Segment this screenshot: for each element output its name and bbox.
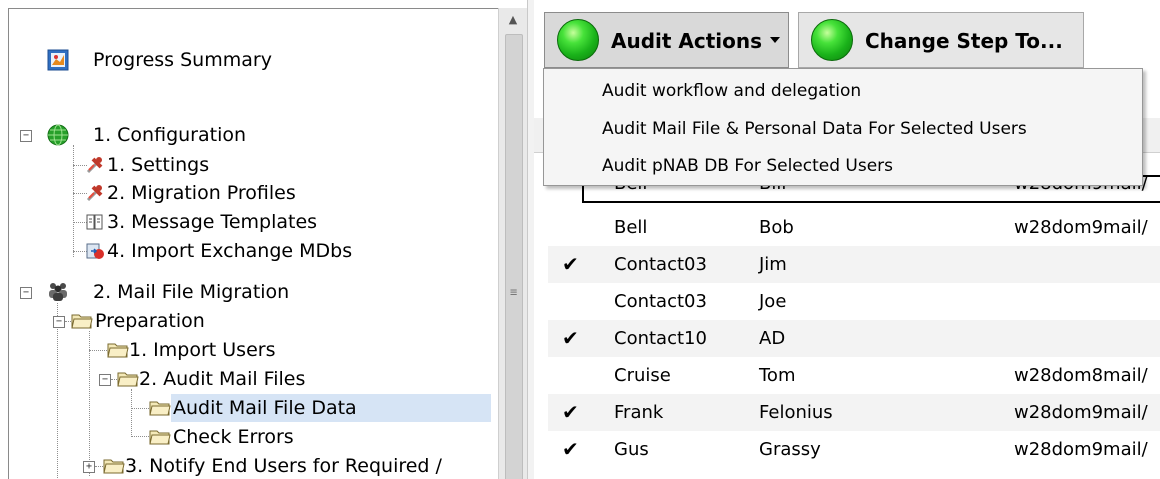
dropdown-caret-icon: [770, 37, 780, 43]
progress-summary-icon: [47, 49, 69, 75]
tree-item-label: 2. Mail File Migration: [93, 281, 290, 303]
tree-connector: [89, 350, 107, 351]
cell-mail-path: w28dom9mail/: [1014, 439, 1148, 460]
app-window: Progress Summary − 1. Configuration 1. S…: [0, 0, 1160, 479]
cell-mail-path: w28dom8mail/: [1014, 365, 1148, 386]
cell-last-name: Frank: [614, 402, 664, 423]
tree-item-label: Progress Summary: [93, 49, 272, 71]
tree-item-label: 1. Settings: [107, 154, 210, 176]
cell-last-name: Cruise: [614, 365, 671, 386]
table-row[interactable]: ✔ Frank Felonius w28dom9mail/: [548, 394, 1160, 431]
cell-mail-path: w28dom9mail/: [1014, 402, 1148, 423]
scroll-up-arrow-icon[interactable]: ▲: [499, 8, 527, 32]
menu-item-audit-workflow[interactable]: Audit workflow and delegation: [602, 73, 861, 109]
table-row[interactable]: ✔ Contact03 Jim: [548, 246, 1160, 283]
cell-first-name: Felonius: [759, 402, 833, 423]
collapse-mail-migration-toggle[interactable]: −: [20, 287, 32, 299]
tree-item-label: Preparation: [95, 310, 205, 332]
settings-tools-icon: [85, 155, 105, 179]
tree-connector: [131, 436, 149, 437]
tree-item-label: 4. Import Exchange MDbs: [107, 240, 353, 262]
import-exchange-icon: [85, 241, 105, 265]
tree-connector: [95, 466, 103, 467]
cell-first-name: Joe: [759, 291, 787, 312]
tree-item-label: Audit Mail File Data: [173, 397, 357, 419]
tree-item-label: 3. Message Templates: [107, 211, 318, 233]
collapse-preparation-toggle[interactable]: −: [53, 316, 65, 328]
green-status-icon: [811, 19, 853, 61]
cell-last-name: Contact10: [614, 328, 707, 349]
row-check-icon: ✔: [562, 437, 579, 461]
tree-item-label: 1. Import Users: [129, 339, 276, 361]
collapse-configuration-toggle[interactable]: −: [20, 130, 32, 142]
tree-item-label: 1. Configuration: [93, 124, 247, 146]
folder-icon: [149, 398, 171, 422]
cell-last-name: Contact03: [614, 291, 707, 312]
audit-actions-label: Audit Actions: [611, 29, 763, 53]
folder-icon: [117, 369, 139, 393]
users-group-icon: [47, 280, 69, 306]
tree-item-label: 2. Audit Mail Files: [139, 368, 306, 390]
tree-connector: [73, 145, 74, 257]
cell-last-name: Gus: [614, 439, 649, 460]
cell-last-name: Bell: [614, 217, 648, 238]
table-row[interactable]: ✔ Cruise Tom w28dom8mail/: [548, 357, 1160, 394]
tree-item-label: Check Errors: [173, 426, 294, 448]
change-step-to-label: Change Step To...: [865, 29, 1063, 53]
tree-item-label: 3. Notify End Users for Required /: [125, 455, 442, 477]
cell-first-name: Bob: [759, 217, 794, 238]
folder-icon: [103, 456, 125, 479]
menu-item-audit-pnab[interactable]: Audit pNAB DB For Selected Users: [602, 148, 893, 184]
cell-first-name: AD: [759, 328, 786, 349]
audit-actions-button[interactable]: Audit Actions: [544, 12, 789, 68]
table-row[interactable]: ✔ Gus Grassy w28dom9mail/: [548, 431, 1160, 468]
change-step-to-button[interactable]: Change Step To...: [798, 12, 1084, 68]
menu-item-audit-mail-file-personal[interactable]: Audit Mail File & Personal Data For Sele…: [602, 111, 1027, 147]
globe-icon: [47, 124, 69, 150]
navigation-tree: Progress Summary − 1. Configuration 1. S…: [8, 8, 499, 479]
message-templates-icon: [85, 212, 105, 236]
tree-connector: [131, 408, 149, 409]
collapse-audit-mail-files-toggle[interactable]: −: [99, 374, 111, 386]
cell-mail-path: w28dom9mail/: [1014, 217, 1148, 238]
row-check-icon: ✔: [562, 400, 579, 424]
tree-connector: [57, 303, 58, 479]
tree-scrollbar[interactable]: ▲ ≡: [498, 8, 527, 479]
row-check-icon: ✔: [562, 252, 579, 276]
cell-first-name: Tom: [759, 365, 796, 386]
audit-actions-menu: Audit workflow and delegation Audit Mail…: [543, 68, 1143, 186]
table-row[interactable]: ✔ Contact03 Joe: [548, 283, 1160, 320]
tree-connector: [89, 331, 90, 476]
table-row[interactable]: ✔ Contact10 AD: [548, 320, 1160, 357]
folder-icon: [149, 427, 171, 451]
scrollbar-thumb[interactable]: ≡: [505, 34, 523, 479]
expand-notify-users-toggle[interactable]: +: [83, 461, 95, 473]
folder-icon: [107, 340, 129, 364]
migration-profiles-icon: [85, 183, 105, 207]
row-check-icon: ✔: [562, 326, 579, 350]
green-status-icon: [557, 19, 599, 61]
cell-last-name: Contact03: [614, 254, 707, 275]
tree-item-label: 2. Migration Profiles: [107, 182, 296, 204]
tree-connector: [131, 389, 132, 437]
cell-first-name: Grassy: [759, 439, 821, 460]
grip-icon: ≡: [510, 285, 518, 299]
table-row[interactable]: ✔ Bell Bob w28dom9mail/: [548, 209, 1160, 246]
cell-first-name: Jim: [759, 254, 787, 275]
